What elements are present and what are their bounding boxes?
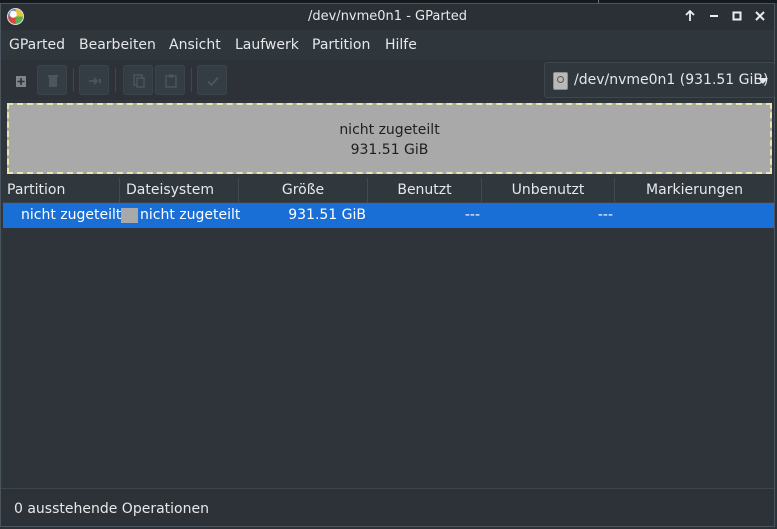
minimize-button[interactable] xyxy=(705,7,723,25)
minimize-icon xyxy=(710,15,718,17)
disk-icon xyxy=(553,72,568,90)
resize-move-icon xyxy=(89,77,101,85)
menu-partition[interactable]: Partition xyxy=(312,37,370,53)
apply-icon xyxy=(207,76,219,87)
menu-bar: GParted Bearbeiten Ansicht Laufwerk Part… xyxy=(1,30,774,60)
window-title: /dev/nvme0n1 - GParted xyxy=(307,9,468,24)
disk-graphic-size: 931.51 GiB xyxy=(350,142,429,158)
new-partition-button[interactable] xyxy=(5,65,35,95)
apply-button[interactable] xyxy=(197,65,227,95)
disk-graphic-unallocated[interactable]: nicht zugeteilt 931.51 GiB xyxy=(7,103,772,174)
resize-move-button[interactable] xyxy=(79,65,109,95)
partition-table: Partition Dateisystem Größe Benutzt Unbe… xyxy=(3,178,774,488)
cell-flags xyxy=(615,203,774,228)
toolbar: /dev/nvme0n1 (931.51 GiB) xyxy=(1,60,775,100)
column-header-unused[interactable]: Unbenutzt xyxy=(482,178,615,203)
copy-button[interactable] xyxy=(123,65,153,95)
column-header-partition[interactable]: Partition xyxy=(3,178,120,203)
menu-hilfe[interactable]: Hilfe xyxy=(385,37,417,53)
new-partition-icon xyxy=(16,76,26,87)
arrow-up-icon xyxy=(685,9,695,21)
toolbar-separator xyxy=(191,68,192,92)
pending-operations-status: 0 ausstehende Operationen xyxy=(14,501,209,517)
device-selector-label: /dev/nvme0n1 (931.51 GiB) xyxy=(574,72,769,88)
delete-icon xyxy=(48,75,58,87)
paste-button[interactable] xyxy=(155,65,185,95)
toolbar-separator xyxy=(73,68,74,92)
column-header-size[interactable]: Größe xyxy=(239,178,368,203)
filesystem-color-swatch xyxy=(121,208,138,223)
menu-gparted[interactable]: GParted xyxy=(9,37,65,53)
menu-ansicht[interactable]: Ansicht xyxy=(169,37,221,53)
column-header-filesystem[interactable]: Dateisystem xyxy=(120,178,239,203)
cell-unused: --- xyxy=(597,207,613,223)
menu-bearbeiten[interactable]: Bearbeiten xyxy=(79,37,156,53)
status-bar: 0 ausstehende Operationen xyxy=(1,488,774,526)
close-button[interactable] xyxy=(751,7,769,25)
cell-partition: nicht zugeteilt xyxy=(21,207,122,223)
keep-above-button[interactable] xyxy=(681,7,699,25)
title-bar[interactable]: /dev/nvme0n1 - GParted xyxy=(1,4,774,30)
paste-icon xyxy=(165,74,177,88)
table-row[interactable]: nicht zugeteilt nicht zugeteilt 931.51 G… xyxy=(3,203,774,228)
close-icon xyxy=(755,11,765,21)
chevron-down-icon xyxy=(758,78,768,84)
column-header-flags[interactable]: Markierungen xyxy=(615,178,774,203)
toolbar-separator xyxy=(115,68,116,92)
cell-filesystem: nicht zugeteilt xyxy=(140,207,241,223)
menu-laufwerk[interactable]: Laufwerk xyxy=(235,37,299,53)
maximize-button[interactable] xyxy=(728,7,746,25)
delete-partition-button[interactable] xyxy=(37,65,67,95)
cell-used: --- xyxy=(464,207,480,223)
gparted-window: /dev/nvme0n1 - GParted GParted Bearbeite… xyxy=(0,3,775,527)
disk-graphic-label: nicht zugeteilt xyxy=(339,122,440,138)
cell-size: 931.51 GiB xyxy=(288,207,366,223)
copy-icon xyxy=(133,74,145,88)
maximize-icon xyxy=(732,11,742,21)
column-header-used[interactable]: Benutzt xyxy=(368,178,482,203)
device-selector[interactable]: /dev/nvme0n1 (931.51 GiB) xyxy=(544,62,775,98)
table-header: Partition Dateisystem Größe Benutzt Unbe… xyxy=(3,178,774,203)
